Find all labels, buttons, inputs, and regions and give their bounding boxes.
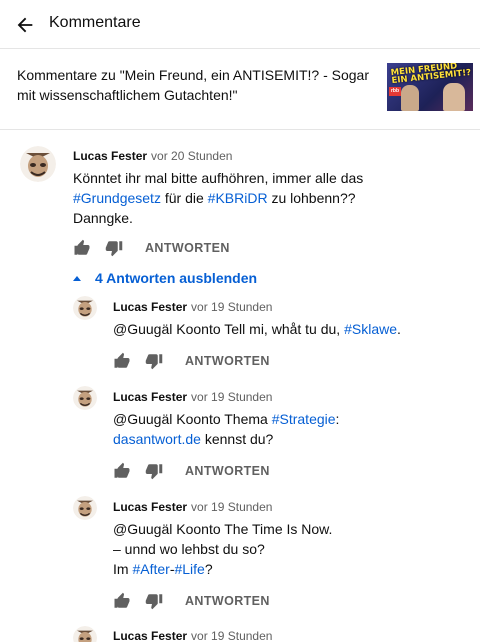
dislike-button[interactable] [145, 592, 163, 610]
video-title: Kommentare zu "Mein Freund, ein ANTISEMI… [17, 67, 369, 103]
comment-time[interactable]: vor 20 Stunden [151, 149, 232, 163]
comment-author[interactable]: Lucas Fester [73, 149, 147, 163]
thumb-up-icon [74, 239, 90, 255]
thumb-up-icon [114, 592, 130, 608]
reply-author[interactable]: Lucas Fester [113, 629, 187, 642]
top-app-bar: Kommentare [0, 0, 480, 49]
thumb-up-icon [114, 352, 130, 368]
hide-replies-label: 4 Antworten ausblenden [95, 270, 258, 286]
like-button[interactable] [73, 239, 91, 257]
thumb-down-icon [145, 464, 163, 480]
reply-time[interactable]: vor 19 Stunden [191, 500, 272, 514]
hashtag-link[interactable]: #KBRiDR [208, 190, 268, 206]
dislike-button[interactable] [105, 239, 123, 257]
avatar[interactable] [73, 496, 97, 520]
thumbnail-person [401, 85, 419, 111]
reply-header: Lucas Fester vor 19 Stunden [113, 389, 272, 405]
hashtag-link[interactable]: #Strategie [272, 411, 336, 427]
thumbnail-logo: rbb [389, 87, 401, 96]
reply-text: @Guugäl Koonto The Time Is Now. – unnd w… [113, 521, 333, 577]
hashtag-link[interactable]: #Grundgesetz [73, 190, 161, 206]
hashtag-link[interactable]: #After [132, 561, 169, 577]
hashtag-link[interactable]: #Sklawe [344, 321, 397, 337]
like-button[interactable] [113, 462, 131, 480]
thumb-up-icon [114, 462, 130, 478]
reply-button[interactable]: ANTWORTEN [185, 464, 270, 478]
reply-button[interactable]: ANTWORTEN [185, 594, 270, 608]
reply-author[interactable]: Lucas Fester [113, 500, 187, 514]
page-title: Kommentare [49, 14, 141, 31]
avatar[interactable] [20, 146, 56, 182]
avatar[interactable] [73, 626, 97, 642]
reply-author[interactable]: Lucas Fester [113, 300, 187, 314]
thumb-down-icon [145, 594, 163, 610]
reply-time[interactable]: vor 19 Stunden [191, 390, 272, 404]
comment-header: Lucas Fester vor 20 Stunden [73, 148, 232, 164]
reply-time[interactable]: vor 19 Stunden [191, 300, 272, 314]
hide-replies-button[interactable]: 4 Antworten ausblenden [72, 268, 257, 288]
comment-text: Könntet ihr mal bitte aufhöhren, immer a… [73, 170, 364, 226]
caret-up-icon [73, 275, 81, 281]
reply-time[interactable]: vor 19 Stunden [191, 629, 272, 642]
reply-header: Lucas Fester vor 19 Stunden [113, 299, 272, 315]
comment-actions: ANTWORTEN [73, 238, 230, 258]
reply-author[interactable]: Lucas Fester [113, 390, 187, 404]
reply-actions: ANTWORTEN [113, 591, 270, 611]
web-link[interactable]: dasantwort.de [113, 431, 201, 447]
thumbnail-person [443, 83, 465, 111]
reply-button[interactable]: ANTWORTEN [185, 354, 270, 368]
arrow-back-icon [14, 14, 36, 36]
reply-actions: ANTWORTEN [113, 461, 270, 481]
reply-button[interactable]: ANTWORTEN [145, 241, 230, 255]
thumb-down-icon [145, 354, 163, 370]
like-button[interactable] [113, 352, 131, 370]
back-button[interactable] [14, 14, 36, 36]
reply-text: @Guugäl Koonto Thema #Strategie: dasantw… [113, 411, 340, 447]
hashtag-link[interactable]: #Life [174, 561, 204, 577]
reply-text: @Guugäl Koonto Tell mi, whåt tu du, #Skl… [113, 321, 401, 337]
avatar[interactable] [73, 386, 97, 410]
dislike-button[interactable] [145, 462, 163, 480]
video-info: Kommentare zu "Mein Freund, ein ANTISEMI… [0, 49, 480, 130]
reply-header: Lucas Fester vor 19 Stunden [113, 499, 272, 515]
dislike-button[interactable] [145, 352, 163, 370]
reply-actions: ANTWORTEN [113, 351, 270, 371]
thumb-down-icon [105, 241, 123, 257]
reply-header: Lucas Fester vor 19 Stunden [113, 628, 272, 642]
avatar[interactable] [73, 296, 97, 320]
like-button[interactable] [113, 592, 131, 610]
video-thumbnail[interactable]: rbb MEIN FREUND EIN ANTISEMIT!? [387, 63, 473, 111]
